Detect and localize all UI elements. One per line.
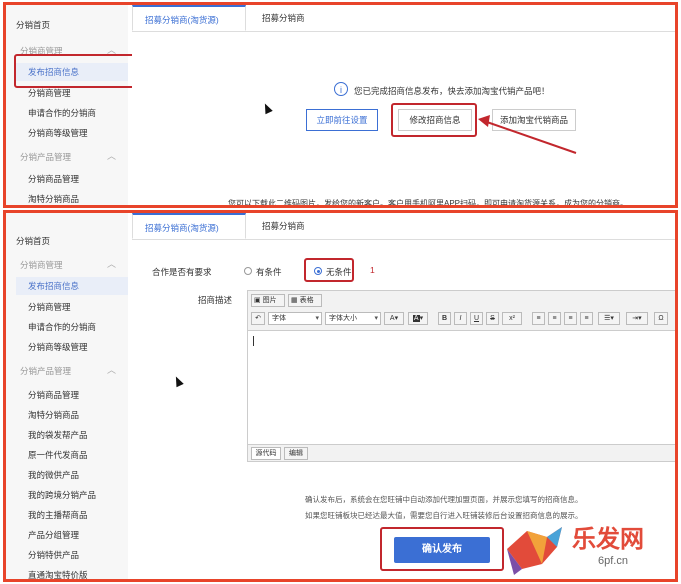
indent-icon: ⇥	[632, 315, 639, 322]
italic-button[interactable]: I	[454, 312, 467, 325]
sidebar: 分销首页 分销商管理 ︿ 发布招商信息 分销商管理 申请合作的分销商 分销商等级…	[6, 5, 128, 205]
mouse-cursor-icon	[172, 374, 184, 388]
main-content: 招募分销商(淘货源) 招募分销商 i 您已完成招商信息发布，快去添加淘宝代销产品…	[132, 5, 675, 205]
main-content: 招募分销商(淘货源) 招募分销商 合作是否有要求 有条件 无条件 1 招商描述 …	[132, 213, 675, 579]
tab-recruit-taohuoyuan[interactable]: 招募分销商(淘货源)	[132, 213, 246, 239]
chevron-up-icon[interactable]: ︿	[107, 149, 116, 162]
background-color-button[interactable]: A▾	[408, 312, 428, 325]
highlight-box	[391, 103, 477, 137]
sidebar-item-special-supply[interactable]: 分销特供产品	[28, 549, 79, 561]
sidebar-item-home[interactable]: 分销首页	[16, 19, 50, 31]
undo-icon: ↶	[255, 315, 261, 322]
editor-mode-bar: 源代码 编辑	[248, 444, 675, 461]
sidebar-item-weigong[interactable]: 我的微供产品	[28, 469, 79, 481]
sidebar-item-home[interactable]: 分销首页	[16, 235, 50, 247]
highlight-box	[14, 54, 135, 88]
indent-button[interactable]: ⇥▾	[626, 312, 648, 325]
rich-text-editor[interactable]: ▣ 图片 ▦ 表格 ↶ 字体 字体大小 A▾ A▾ B I U S x² ≡ ≡…	[247, 290, 675, 462]
highlight-box	[380, 527, 504, 571]
sidebar-item-dist-manage[interactable]: 分销商管理	[28, 87, 71, 99]
table-icon: ▦	[291, 297, 298, 304]
align-left-button[interactable]: ≡	[532, 312, 545, 325]
setup-now-button[interactable]: 立即前往设置	[306, 109, 378, 131]
justify-icon: ≡	[584, 315, 589, 322]
font-family-select[interactable]: 字体	[268, 312, 322, 325]
chevron-up-icon[interactable]: ︿	[107, 363, 116, 376]
mouse-cursor-icon	[261, 101, 273, 115]
superscript-button[interactable]: x²	[502, 312, 522, 325]
insert-table-label: 表格	[299, 297, 314, 304]
sidebar-item-apply-partners[interactable]: 申请合作的分销商	[28, 107, 96, 119]
list-icon: ☰	[604, 315, 611, 322]
sidebar-item-apply-partners[interactable]: 申请合作的分销商	[28, 321, 96, 333]
sidebar-item-taote-products[interactable]: 淘特分销商品	[28, 409, 79, 421]
image-icon: ▣	[254, 297, 261, 304]
sidebar-item-dist-manage[interactable]: 分销商管理	[28, 301, 71, 313]
requirement-label: 合作是否有要求	[152, 267, 212, 277]
bg-color-glyph: A	[412, 315, 420, 322]
bottom-panel: 分销首页 分销商管理 ︿ 发布招商信息 分销商管理 申请合作的分销商 分销商等级…	[3, 210, 678, 582]
bull-logo-icon	[507, 527, 562, 575]
source-code-tab[interactable]: 源代码	[251, 447, 281, 460]
publish-note-1: 确认发布后，系统会在您旺铺中自动添加代理加盟页面，并展示您填写的招商信息。	[305, 495, 583, 504]
font-size-select[interactable]: 字体大小	[325, 312, 381, 325]
annotation-number: 1	[370, 265, 375, 275]
sidebar-group-products[interactable]: 分销产品管理	[20, 365, 71, 377]
undo-button[interactable]: ↶	[251, 312, 265, 325]
notice-text: 您已完成招商信息发布，快去添加淘宝代销产品吧！	[354, 86, 550, 96]
underline-button[interactable]: U	[470, 312, 483, 325]
list-button[interactable]: ☰▾	[598, 312, 620, 325]
align-right-icon: ≡	[568, 315, 573, 322]
insert-image-label: 图片	[262, 297, 277, 304]
sidebar-item-product-manage[interactable]: 分销商品管理	[28, 389, 79, 401]
text-color-button[interactable]: A▾	[384, 312, 404, 325]
tab-recruit[interactable]: 招募分销商	[250, 213, 317, 239]
qr-hint-text: 您可以下载此二维码图片，发给您的新客户。客户用手机阿里APP扫码，即可申请淘货源…	[228, 199, 629, 208]
sidebar-item-dropship-original[interactable]: 原一件代发商品	[28, 449, 88, 461]
align-center-icon: ≡	[552, 315, 557, 322]
edit-tab[interactable]: 编辑	[284, 447, 308, 460]
text-caret	[253, 336, 254, 346]
chevron-up-icon[interactable]: ︿	[107, 257, 116, 270]
sidebar-item-daifabang[interactable]: 我的袋发帮产品	[28, 429, 88, 441]
sidebar: 分销首页 分销商管理 ︿ 发布招商信息 分销商管理 申请合作的分销商 分销商等级…	[6, 213, 128, 579]
insert-table-button[interactable]: ▦ 表格	[288, 294, 322, 307]
sidebar-item-crossborder[interactable]: 我的跨境分销产品	[28, 489, 96, 501]
strikethrough-button[interactable]: S	[486, 312, 499, 325]
special-char-button[interactable]: Ω	[654, 312, 668, 325]
align-left-icon: ≡	[536, 315, 541, 322]
radio-conditional[interactable]	[244, 267, 252, 275]
bold-button[interactable]: B	[438, 312, 451, 325]
sidebar-item-dist-levels[interactable]: 分销商等级管理	[28, 127, 88, 139]
sidebar-item-taote-products[interactable]: 淘特分销商品	[28, 193, 79, 205]
description-label: 招商描述	[198, 295, 233, 305]
sidebar-item-product-manage[interactable]: 分销商品管理	[28, 173, 79, 185]
watermark-domain: 6pf.cn	[598, 555, 628, 567]
sidebar-group-distributors[interactable]: 分销商管理	[20, 259, 63, 271]
info-icon: i	[334, 82, 348, 96]
align-center-button[interactable]: ≡	[548, 312, 561, 325]
watermark-brand: 乐发网	[572, 524, 644, 553]
tab-recruit[interactable]: 招募分销商	[250, 5, 317, 31]
align-right-button[interactable]: ≡	[564, 312, 577, 325]
red-arrow-icon	[478, 115, 577, 154]
sidebar-item-taobao-special[interactable]: 直通淘宝特价版	[28, 569, 88, 579]
top-panel: 分销首页 分销商管理 ︿ 发布招商信息 分销商管理 申请合作的分销商 分销商等级…	[3, 2, 678, 208]
sidebar-item-zhubobang[interactable]: 我的主播帮商品	[28, 509, 88, 521]
justify-button[interactable]: ≡	[580, 312, 593, 325]
sidebar-item-dist-levels[interactable]: 分销商等级管理	[28, 341, 88, 353]
insert-image-button[interactable]: ▣ 图片	[251, 294, 285, 307]
tab-bar: 招募分销商(淘货源) 招募分销商	[132, 5, 675, 32]
text-color-glyph: A	[389, 315, 395, 322]
sidebar-item-product-groups[interactable]: 产品分组管理	[28, 529, 79, 541]
tab-bar: 招募分销商(淘货源) 招募分销商	[132, 213, 675, 240]
sidebar-item-publish-recruit[interactable]: 发布招商信息	[16, 277, 128, 295]
watermark-logo: 乐发网 6pf.cn	[502, 511, 675, 579]
tab-recruit-taohuoyuan[interactable]: 招募分销商(淘货源)	[132, 5, 246, 31]
highlight-box	[304, 258, 354, 282]
sidebar-group-products[interactable]: 分销产品管理	[20, 151, 71, 163]
radio-conditional-label[interactable]: 有条件	[256, 266, 282, 278]
